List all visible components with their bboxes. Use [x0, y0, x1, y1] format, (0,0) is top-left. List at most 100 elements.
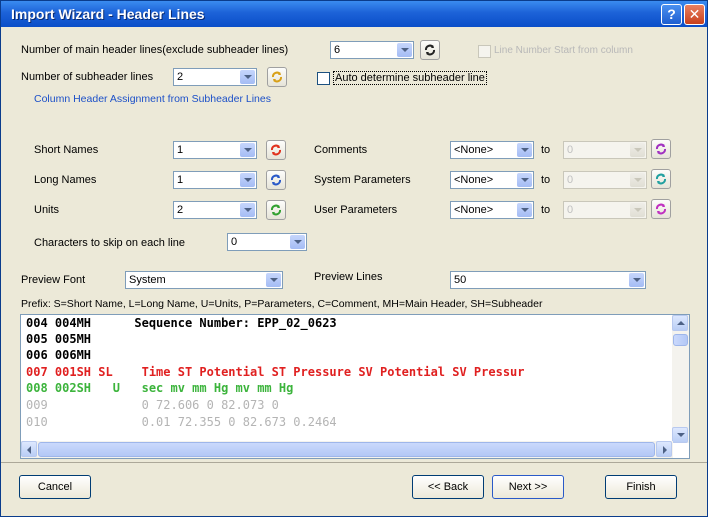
close-button[interactable]: ✕: [684, 4, 705, 25]
column-header-assignment-title: Column Header Assignment from Subheader …: [34, 93, 271, 105]
chevron-right-icon: [663, 446, 667, 454]
refresh-icon: [271, 174, 281, 186]
skip-characters-select[interactable]: 0: [227, 233, 307, 251]
user-parameters-value: <None>: [454, 204, 494, 216]
chevron-down-icon: [240, 203, 255, 217]
system-parameters-value: <None>: [454, 174, 494, 186]
scroll-thumb[interactable]: [673, 334, 688, 346]
refresh-icon: [656, 203, 666, 215]
auto-determine-label: Auto determine subheader line: [333, 71, 487, 85]
scroll-thumb[interactable]: [38, 442, 655, 457]
refresh-icon: [656, 173, 666, 185]
line-number-checkbox[interactable]: [478, 45, 491, 58]
chevron-down-icon: [630, 203, 645, 217]
long-names-select[interactable]: 1: [173, 171, 257, 189]
short-names-select[interactable]: 1: [173, 141, 257, 159]
preview-lines-select[interactable]: 50: [450, 271, 646, 289]
system-parameters-label: System Parameters: [314, 174, 411, 186]
refresh-icon: [271, 204, 281, 216]
preview-area[interactable]: 004 004MH Sequence Number: EPP_02_0623 0…: [20, 314, 690, 459]
long-names-refresh-button[interactable]: [266, 170, 286, 190]
skip-characters-label: Characters to skip on each line: [34, 237, 186, 249]
user-parameters-refresh-button[interactable]: [651, 199, 671, 219]
separator: [1, 462, 707, 463]
chevron-down-icon: [629, 273, 644, 287]
system-parameters-to-select[interactable]: 0: [563, 171, 647, 189]
main-header-refresh-button[interactable]: [420, 40, 440, 60]
long-names-label: Long Names: [34, 174, 97, 186]
user-parameters-label: User Parameters: [314, 204, 398, 216]
system-parameters-refresh-button[interactable]: [651, 169, 671, 189]
short-names-value: 1: [177, 144, 184, 156]
user-parameters-to-value: 0: [567, 204, 574, 216]
skip-characters-value: 0: [231, 236, 238, 248]
preview-line: 005 005MH: [26, 332, 92, 346]
chevron-down-icon: [266, 273, 281, 287]
scroll-right-button[interactable]: [656, 441, 672, 457]
scroll-up-button[interactable]: [672, 315, 688, 331]
chevron-down-icon: [517, 203, 532, 217]
user-parameters-select[interactable]: <None>: [450, 201, 534, 219]
units-select[interactable]: 2: [173, 201, 257, 219]
help-icon: ?: [667, 6, 676, 22]
subheader-select[interactable]: 2: [173, 68, 257, 86]
chevron-down-icon: [677, 433, 685, 437]
vertical-scrollbar[interactable]: [672, 315, 689, 443]
comments-select[interactable]: <None>: [450, 141, 534, 159]
main-header-select[interactable]: 6: [330, 41, 414, 59]
main-header-label: Number of main header lines(exclude subh…: [21, 44, 289, 56]
refresh-icon: [272, 71, 282, 83]
short-names-label: Short Names: [34, 144, 99, 156]
units-value: 2: [177, 204, 184, 216]
scroll-left-button[interactable]: [21, 441, 37, 457]
system-parameters-select[interactable]: <None>: [450, 171, 534, 189]
subheader-refresh-button[interactable]: [267, 67, 287, 87]
short-names-refresh-button[interactable]: [266, 140, 286, 160]
comments-to-select[interactable]: 0: [563, 141, 647, 159]
chevron-down-icon: [397, 43, 412, 57]
units-label: Units: [34, 204, 60, 216]
chevron-down-icon: [240, 143, 255, 157]
preview-line: 007 001SH SL Time ST Potential ST Pressu…: [26, 365, 525, 379]
units-refresh-button[interactable]: [266, 200, 286, 220]
system-parameters-to-label: to: [541, 174, 551, 186]
comments-value: <None>: [454, 144, 494, 156]
horizontal-scrollbar[interactable]: [21, 441, 673, 458]
back-button[interactable]: << Back: [412, 475, 484, 499]
chevron-down-icon: [517, 143, 532, 157]
refresh-icon: [425, 44, 435, 56]
chevron-down-icon: [240, 70, 255, 84]
preview-font-label: Preview Font: [21, 274, 86, 286]
main-header-value: 6: [334, 44, 341, 56]
cancel-button[interactable]: Cancel: [19, 475, 91, 499]
next-button[interactable]: Next >>: [492, 475, 564, 499]
scroll-down-button[interactable]: [672, 427, 688, 443]
refresh-icon: [271, 144, 281, 156]
comments-label: Comments: [314, 144, 368, 156]
chevron-down-icon: [630, 143, 645, 157]
preview-line: 008 002SH U sec mv mm Hg mv mm Hg: [26, 381, 294, 395]
user-parameters-to-select[interactable]: 0: [563, 201, 647, 219]
preview-line: 006 006MH: [26, 348, 92, 362]
preview-font-value: System: [129, 274, 166, 286]
subheader-label: Number of subheader lines: [21, 71, 154, 83]
subheader-value: 2: [177, 71, 184, 83]
auto-determine-checkbox[interactable]: [317, 72, 330, 85]
window-title: Import Wizard - Header Lines: [11, 6, 205, 22]
user-parameters-to-label: to: [541, 204, 551, 216]
chevron-down-icon: [240, 173, 255, 187]
finish-button[interactable]: Finish: [605, 475, 677, 499]
comments-to-value: 0: [567, 144, 574, 156]
help-button[interactable]: ?: [661, 4, 682, 25]
preview-line: 009 0 72.606 0 82.073 0: [26, 398, 279, 412]
preview-font-select[interactable]: System: [125, 271, 283, 289]
chevron-down-icon: [290, 235, 305, 249]
prefix-legend: Prefix: S=Short Name, L=Long Name, U=Uni…: [21, 298, 543, 310]
chevron-left-icon: [27, 446, 31, 454]
preview-line: 010 0.01 72.355 0 82.673 0.2464: [26, 415, 337, 429]
comments-refresh-button[interactable]: [651, 139, 671, 159]
title-bar: Import Wizard - Header Lines ? ✕: [1, 1, 707, 27]
system-parameters-to-value: 0: [567, 174, 574, 186]
preview-line: 004 004MH Sequence Number: EPP_02_0623: [26, 316, 337, 330]
line-number-label: Line Number Start from column: [494, 45, 633, 56]
